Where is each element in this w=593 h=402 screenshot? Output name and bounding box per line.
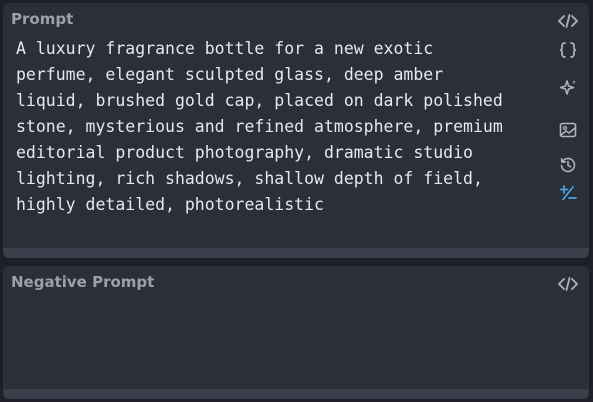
braces-icon[interactable]	[557, 39, 579, 61]
history-icon[interactable]	[557, 154, 579, 176]
image-icon[interactable]	[557, 119, 579, 141]
code-icon[interactable]	[557, 273, 579, 295]
prompt-title: Prompt	[11, 10, 74, 28]
prompt-panel: Prompt A luxury fragrance bottle for a n…	[3, 3, 589, 258]
sparkle-icon[interactable]	[557, 77, 579, 99]
negative-prompt-panel: Negative Prompt	[3, 266, 589, 399]
negative-prompt-title: Negative Prompt	[11, 273, 155, 291]
plus-minus-icon[interactable]	[557, 182, 579, 204]
negative-panel-footer	[3, 389, 589, 399]
prompt-textarea[interactable]: A luxury fragrance bottle for a new exot…	[16, 36, 546, 218]
code-icon[interactable]	[557, 10, 579, 32]
prompt-panel-footer	[3, 248, 589, 258]
